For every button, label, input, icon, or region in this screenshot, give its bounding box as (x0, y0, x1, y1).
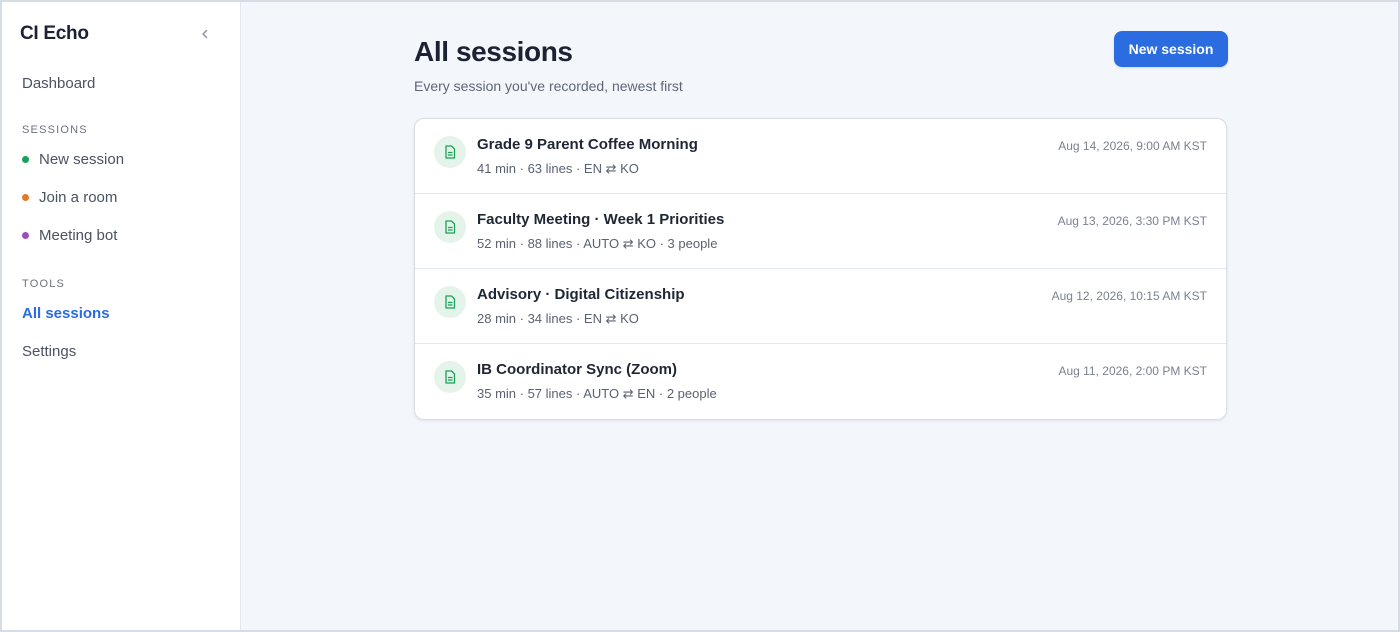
sidebar-item-new-session[interactable]: New session (20, 140, 222, 178)
chevron-left-icon (202, 29, 208, 39)
sidebar-item-label: New session (39, 150, 125, 168)
status-dot (22, 193, 29, 201)
status-dot (22, 231, 29, 239)
sidebar-item-label: Settings (22, 342, 77, 360)
session-date: Aug 13, 2026, 3:30 PM KST (1057, 214, 1207, 228)
tools-section-heading: TOOLS (22, 278, 66, 290)
sessions-list: Grade 9 Parent Coffee Morning 41 min · 6… (414, 118, 1227, 420)
document-icon (434, 286, 466, 318)
session-row[interactable]: IB Coordinator Sync (Zoom) 35 min · 57 l… (415, 344, 1226, 419)
page-title: All sessions (414, 36, 573, 67)
session-meta: 52 min · 88 lines · AUTO ⇄ KO · 3 people (477, 236, 718, 251)
status-dot (22, 155, 29, 163)
document-icon (434, 361, 466, 393)
app-window: CI Echo Dashboard SESSIONS New session J… (0, 0, 1400, 632)
sidebar-item-dashboard[interactable]: Dashboard (20, 64, 222, 102)
session-title: IB Coordinator Sync (Zoom) (477, 361, 677, 378)
session-meta: 28 min · 34 lines · EN ⇄ KO (477, 311, 639, 326)
sidebar-item-label: Meeting bot (39, 226, 118, 244)
app-brand: CI Echo (20, 23, 89, 44)
brand-row: CI Echo (20, 22, 222, 46)
session-title: Advisory · Digital Citizenship (477, 286, 685, 303)
sidebar-item-label: Dashboard (22, 74, 96, 92)
session-row[interactable]: Grade 9 Parent Coffee Morning 41 min · 6… (415, 119, 1226, 194)
sidebar-item-meeting-bot[interactable]: Meeting bot (20, 216, 222, 254)
session-title: Faculty Meeting · Week 1 Priorities (477, 211, 725, 228)
sidebar-item-label: Join a room (39, 188, 118, 206)
sidebar-item-all-sessions[interactable]: All sessions (20, 294, 222, 332)
collapse-sidebar-button[interactable] (196, 25, 214, 43)
session-date: Aug 11, 2026, 2:00 PM KST (1058, 364, 1207, 378)
sidebar-item-label: All sessions (22, 304, 110, 322)
new-session-button[interactable]: New session (1114, 31, 1228, 67)
session-meta: 41 min · 63 lines · EN ⇄ KO (477, 161, 639, 176)
session-date: Aug 14, 2026, 9:00 AM KST (1058, 139, 1207, 153)
document-icon (434, 136, 466, 168)
sidebar-item-settings[interactable]: Settings (20, 332, 222, 370)
document-icon (434, 211, 466, 243)
sessions-section-heading: SESSIONS (22, 124, 88, 136)
page-header: All sessions Every session you've record… (414, 31, 1228, 94)
session-row[interactable]: Advisory · Digital Citizenship 28 min · … (415, 269, 1226, 344)
session-row[interactable]: Faculty Meeting · Week 1 Priorities 52 m… (415, 194, 1226, 269)
main-content: All sessions Every session you've record… (241, 2, 1398, 630)
page-subtitle: Every session you've recorded, newest fi… (414, 78, 683, 94)
sidebar-item-join-room[interactable]: Join a room (20, 178, 222, 216)
session-date: Aug 12, 2026, 10:15 AM KST (1051, 289, 1207, 303)
sidebar: CI Echo Dashboard SESSIONS New session J… (2, 2, 241, 630)
session-title: Grade 9 Parent Coffee Morning (477, 136, 698, 153)
session-meta: 35 min · 57 lines · AUTO ⇄ EN · 2 people (477, 386, 717, 401)
